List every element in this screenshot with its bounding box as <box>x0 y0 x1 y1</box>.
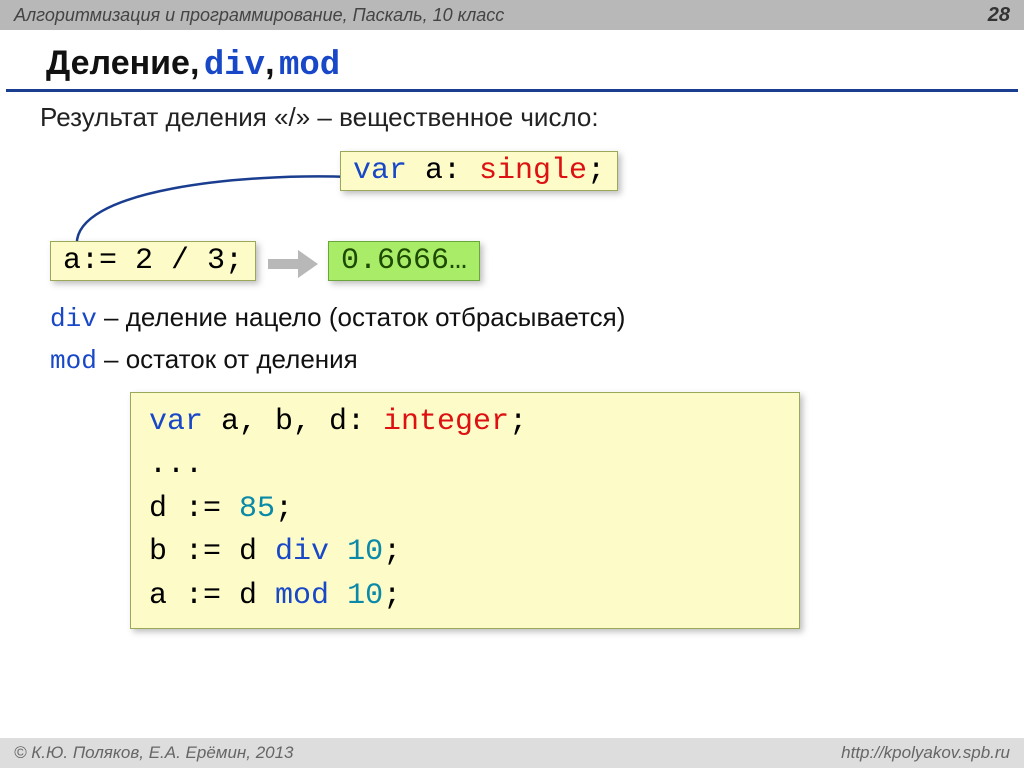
def-mod: mod – остаток от деления <box>50 339 984 381</box>
code-line-2: ... <box>149 444 781 488</box>
assignment-box: a:= 2 / 3; <box>50 241 256 281</box>
code-line-1: var a, b, d: integer; <box>149 401 781 445</box>
kw-mod: mod <box>50 346 97 376</box>
footer-url: http://kpolyakov.spb.ru <box>841 743 1010 763</box>
subtitle: Результат деления «/» – вещественное чис… <box>0 92 1024 133</box>
result-value: 0.6666… <box>341 244 467 278</box>
header-bar: Алгоритмизация и программирование, Паска… <box>0 0 1024 30</box>
title-comma: , <box>265 44 274 82</box>
var-declaration-box: var a: single; <box>340 151 618 191</box>
arrow-icon <box>268 250 318 278</box>
var-name: a: <box>407 154 479 188</box>
def-div: div – деление нацело (остаток отбрасывае… <box>50 297 984 339</box>
assignment-code: a:= 2 / 3; <box>63 244 243 278</box>
code-block: var a, b, d: integer; ... d := 85; b := … <box>130 392 800 630</box>
kw-var: var <box>353 154 407 188</box>
def-mod-text: – остаток от деления <box>97 344 358 374</box>
def-div-text: – деление нацело (остаток отбрасывается) <box>97 302 626 332</box>
semicolon: ; <box>587 154 605 188</box>
kw-div: div <box>50 304 97 334</box>
footer-copyright: © К.Ю. Поляков, Е.А. Ерёмин, 2013 <box>14 743 294 763</box>
kw-single: single <box>479 154 587 188</box>
title-word: Деление, <box>46 44 199 82</box>
example-row: var a: single; a:= 2 / 3; 0.6666… <box>0 133 1024 293</box>
code-line-5: a := d mod 10; <box>149 575 781 619</box>
code-line-3: d := 85; <box>149 488 781 532</box>
connector-curve <box>65 169 355 249</box>
result-box: 0.6666… <box>328 241 480 281</box>
slide-title: Деление, div, mod <box>6 30 1018 92</box>
title-kw-mod: mod <box>279 47 340 85</box>
code-line-4: b := d div 10; <box>149 531 781 575</box>
definitions: div – деление нацело (остаток отбрасывае… <box>0 293 1024 382</box>
footer-bar: © К.Ю. Поляков, Е.А. Ерёмин, 2013 http:/… <box>0 738 1024 768</box>
page-number: 28 <box>988 4 1010 27</box>
course-label: Алгоритмизация и программирование, Паска… <box>14 5 504 26</box>
title-kw-div: div <box>204 47 265 85</box>
